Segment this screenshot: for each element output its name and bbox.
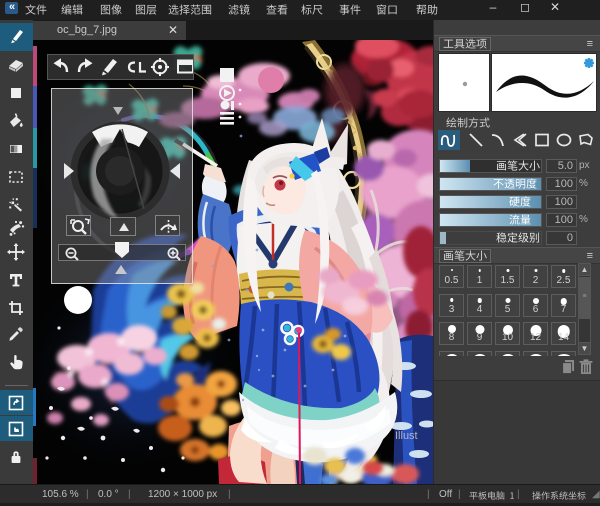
svg-text:Illust: Illust xyxy=(395,430,418,442)
